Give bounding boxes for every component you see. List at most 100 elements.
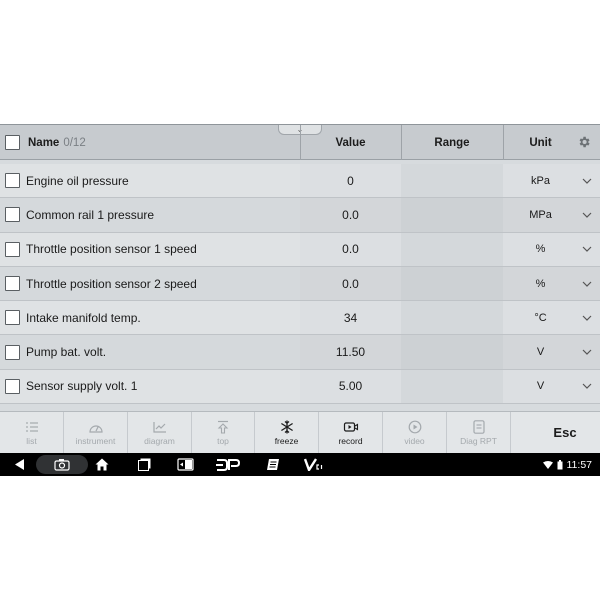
list-button[interactable]: list	[0, 412, 64, 453]
chevron-down-icon	[582, 178, 592, 184]
wifi-icon	[542, 460, 553, 469]
unit-select[interactable]: %	[503, 232, 600, 266]
parameter-unit: kPa	[531, 174, 550, 187]
parameter-value: 34	[300, 301, 401, 335]
select-all-checkbox[interactable]	[5, 135, 20, 150]
record-icon	[343, 421, 358, 432]
parameter-unit: °C	[534, 311, 547, 324]
parameter-unit: %	[535, 243, 546, 256]
snowflake-icon	[280, 420, 293, 433]
parameter-name: Pump bat. volt.	[26, 345, 107, 360]
table-row[interactable]: Throttle position sensor 1 speed 0.0 %	[0, 232, 600, 267]
battery-icon	[557, 459, 562, 469]
range-header: Range	[434, 136, 470, 149]
unit-select[interactable]: V	[503, 335, 600, 369]
record-label: record	[338, 435, 363, 446]
parameter-unit: V	[536, 380, 545, 393]
row-checkbox[interactable]	[5, 276, 20, 292]
name-header: Name 0/12	[5, 125, 295, 160]
vci-logo-icon	[304, 458, 323, 471]
status-area: 11:57	[542, 453, 593, 476]
parameter-value: 11.50	[300, 335, 401, 369]
line-chart-icon	[152, 421, 166, 433]
table-row[interactable]: Engine oil pressure 0 kPa	[0, 164, 600, 199]
row-checkbox[interactable]	[5, 378, 20, 394]
table-row[interactable]: Intake manifold temp. 34 °C	[0, 301, 600, 336]
home-icon	[95, 458, 109, 471]
row-checkbox[interactable]	[5, 207, 20, 223]
chevron-down-icon	[582, 246, 592, 253]
parameter-range	[401, 232, 503, 266]
diagram-label: diagram	[144, 435, 175, 446]
parameter-value: 0.0	[300, 232, 401, 266]
name-header-label: Name	[28, 136, 60, 149]
parameter-range	[401, 198, 503, 232]
row-checkbox[interactable]	[5, 241, 20, 257]
app-shortcut-button[interactable]	[174, 453, 196, 476]
parameter-value: 0.0	[300, 266, 401, 301]
video-button[interactable]: video	[383, 412, 447, 453]
chevron-down-icon	[582, 383, 592, 390]
diagram-button[interactable]: diagram	[128, 412, 192, 453]
parameter-range	[401, 301, 503, 335]
chevron-down-icon	[582, 212, 592, 218]
report-icon	[472, 419, 485, 434]
unit-select[interactable]: °C	[503, 301, 600, 335]
parameter-value: 0	[300, 164, 401, 198]
vci-app-button[interactable]	[302, 453, 330, 476]
gauge-icon	[88, 424, 103, 433]
parameter-name: Engine oil pressure	[26, 173, 129, 188]
parameter-range	[401, 266, 503, 301]
table-row[interactable]: Common rail 1 pressure 0.0 MPa	[0, 198, 600, 233]
instrument-label: instrument	[75, 435, 116, 446]
dp-app-button[interactable]	[214, 453, 242, 476]
unit-select[interactable]: kPa	[503, 164, 600, 198]
manual-app-button[interactable]	[262, 453, 284, 476]
list-icon	[25, 421, 38, 432]
chevron-down-icon	[582, 281, 592, 287]
list-label: list	[26, 435, 37, 446]
table-row[interactable]: Pump bat. volt. 11.50 V	[0, 335, 600, 370]
unit-select[interactable]: V	[503, 369, 600, 404]
table-row[interactable]: Throttle position sensor 2 speed 0.0 %	[0, 266, 600, 302]
clock: 11:57	[566, 458, 593, 471]
parameter-value: 5.00	[300, 369, 401, 404]
parameter-range	[401, 369, 503, 404]
freeze-button[interactable]: freeze	[255, 412, 319, 453]
bottom-toolbar: list instrument diagram top freeze recor…	[0, 411, 600, 453]
recent-apps-button[interactable]	[134, 453, 154, 476]
table-header: Name0/12 ⌄ Value Range Unit	[0, 124, 600, 160]
chevron-down-icon	[582, 315, 592, 321]
table-row[interactable]: Sensor supply volt. 1 5.00 V	[0, 369, 600, 405]
chevron-down-icon	[582, 349, 592, 355]
unit-select[interactable]: %	[503, 266, 600, 301]
arrow-up-icon	[217, 420, 229, 434]
row-checkbox[interactable]	[5, 344, 20, 360]
home-button[interactable]	[92, 453, 112, 476]
gear-icon[interactable]	[577, 135, 591, 149]
system-nav-bar: 11:57	[0, 453, 600, 476]
diag-report-label: Diag RPT	[460, 435, 497, 446]
record-button[interactable]: record	[319, 412, 383, 453]
top-button[interactable]: top	[192, 412, 255, 453]
selected-count: 0/12	[63, 136, 86, 149]
instrument-button[interactable]: instrument	[64, 412, 128, 453]
parameter-range	[401, 164, 503, 198]
diagnostic-screen: Name0/12 ⌄ Value Range Unit Engine oil p…	[0, 124, 600, 476]
diag-report-button[interactable]: Diag RPT	[447, 412, 511, 453]
screenshot-button[interactable]	[36, 455, 88, 474]
row-checkbox[interactable]	[5, 173, 20, 189]
freeze-label: freeze	[274, 435, 299, 446]
column-divider	[503, 125, 504, 160]
parameter-name: Common rail 1 pressure	[26, 207, 155, 222]
parameter-unit: V	[536, 346, 545, 359]
parameter-name: Intake manifold temp.	[26, 310, 141, 325]
row-checkbox[interactable]	[5, 310, 20, 326]
dp-logo-icon	[216, 458, 241, 471]
book-icon	[176, 458, 194, 471]
data-stream-list[interactable]: Engine oil pressure 0 kPa Common rail 1 …	[0, 164, 600, 405]
back-button[interactable]	[8, 453, 30, 476]
column-divider	[300, 125, 301, 160]
unit-select[interactable]: MPa	[503, 198, 600, 232]
esc-button[interactable]: Esc	[530, 412, 600, 453]
